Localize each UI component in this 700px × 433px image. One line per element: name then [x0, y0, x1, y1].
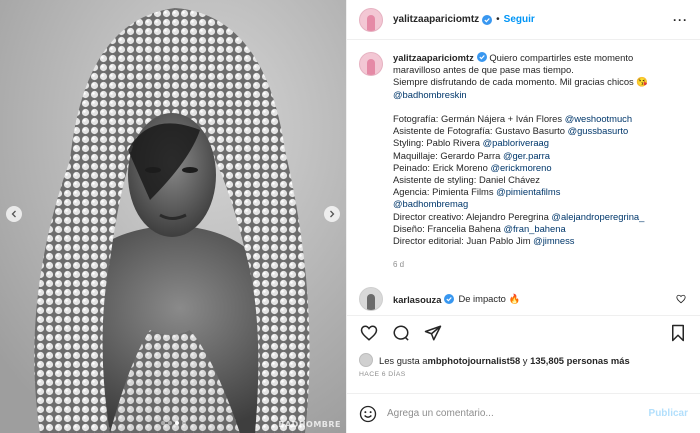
- carousel-next-button[interactable]: [324, 206, 340, 222]
- publish-button[interactable]: Publicar: [649, 408, 688, 419]
- likes-count[interactable]: 135,805 personas más: [530, 355, 630, 366]
- post-sidebar: yalitzaapariciomtz • Seguir ··· yalitzaa…: [346, 0, 700, 433]
- caption-text-segment: Styling: Pablo Rivera: [393, 137, 483, 149]
- caption-line: [393, 101, 648, 113]
- post-date[interactable]: HACE 6 DÍAS: [347, 371, 700, 393]
- caption-line: Fotografía: Germán Nájera + Iván Flores …: [393, 113, 648, 125]
- comment-text: De impacto 🔥: [458, 293, 521, 305]
- caption-line: Agencia: Pimienta Films @pimientafilms: [393, 186, 648, 198]
- caption-text-segment: maravilloso antes de que pase mas tiempo…: [393, 64, 574, 76]
- mention-link[interactable]: @badhombreskin: [393, 89, 467, 100]
- caption-line: Siempre disfrutando de cada momento. Mil…: [393, 76, 648, 88]
- caption-line: Peinado: Erick Moreno @erickmoreno: [393, 162, 648, 174]
- comment-button[interactable]: [391, 323, 411, 343]
- action-bar: [347, 315, 700, 349]
- caption-username[interactable]: yalitzaapariciomtz: [393, 52, 474, 63]
- chevron-right-icon: [330, 210, 335, 218]
- mention-link[interactable]: @weshootmuch: [565, 113, 632, 124]
- bookmark-icon: [672, 324, 684, 341]
- heart-icon: [360, 324, 378, 341]
- likes-middle: y: [520, 354, 531, 366]
- caption-text-segment: Maquillaje: Gerardo Parra: [393, 149, 503, 161]
- caption-line: Maquillaje: Gerardo Parra @ger.parra: [393, 150, 648, 162]
- caption-text-segment: Peinado: Erick Moreno: [393, 161, 491, 173]
- caption-line: Director editorial: Juan Pablo Jim @jimn…: [393, 235, 648, 247]
- carousel-prev-button[interactable]: [6, 206, 22, 222]
- mention-link[interactable]: @pabloriveraag: [483, 137, 549, 148]
- caption-body: yalitzaapariciomtz Quiero compartirles e…: [393, 52, 648, 271]
- mention-link[interactable]: @fran_bahena: [503, 223, 565, 234]
- avatar[interactable]: [359, 287, 383, 312]
- caption-text-segment: Agencia: Pimienta Films: [393, 186, 497, 198]
- caption-text-segment: Fotografía: Germán Nájera + Iván Flores: [393, 113, 565, 125]
- add-comment-bar: Publicar: [347, 393, 700, 433]
- verified-badge-icon: [482, 14, 493, 25]
- caption-line: Styling: Pablo Rivera @pabloriveraag: [393, 137, 648, 149]
- post-photo: [0, 0, 346, 433]
- save-button[interactable]: [668, 323, 688, 343]
- comment-input[interactable]: [387, 408, 649, 419]
- likes-prefix: Les gusta a: [379, 354, 428, 366]
- chevron-left-icon: [11, 210, 16, 218]
- emoji-icon[interactable]: [359, 405, 377, 423]
- mention-link[interactable]: @pimientafilms: [496, 186, 560, 197]
- comment-bubble-icon: [393, 325, 409, 341]
- comment: karlasouza De impacto 🔥: [359, 287, 686, 312]
- mention-link[interactable]: @gussbasurto: [568, 125, 629, 136]
- mention-link[interactable]: @badhombremag: [393, 198, 468, 209]
- like-comment-heart-icon[interactable]: [676, 294, 686, 304]
- carousel-dot: [160, 421, 165, 425]
- caption-timestamp[interactable]: 6 d: [393, 259, 648, 271]
- carousel-dot: [167, 421, 172, 425]
- mention-link[interactable]: @ger.parra: [503, 150, 550, 161]
- avatar[interactable]: [359, 52, 383, 76]
- photo-watermark: BADHOMBRE: [278, 420, 341, 429]
- caption-text-segment: Director editorial: Juan Pablo Jim: [393, 235, 534, 247]
- mention-link[interactable]: @erickmoreno: [490, 162, 551, 173]
- caption-line: @badhombreskin: [393, 89, 648, 101]
- paper-plane-icon: [424, 325, 442, 340]
- caption-line: Diseño: Francelia Bahena @fran_bahena: [393, 223, 648, 235]
- verified-badge-icon: [444, 294, 455, 305]
- verified-badge-icon: [476, 52, 487, 62]
- mention-link[interactable]: @alejandroperegrina_: [551, 211, 644, 222]
- caption-text-segment: Asistente de Fotografía: Gustavo Basurto: [393, 125, 568, 137]
- caption-text-segment: Siempre disfrutando de cada momento. Mil…: [393, 76, 649, 88]
- more-options-button[interactable]: ···: [673, 13, 688, 27]
- header-separator: •: [496, 14, 500, 25]
- avatar[interactable]: [359, 353, 373, 367]
- comments-area: yalitzaapariciomtz Quiero compartirles e…: [347, 40, 700, 315]
- carousel-dot: [174, 421, 179, 425]
- caption-text-segment: Asistente de styling: Daniel Chávez: [393, 174, 540, 186]
- likes-summary: Les gusta a mbphotojournalist58 y 135,80…: [347, 349, 700, 371]
- caption-text-segment: Diseño: Francelia Bahena: [393, 222, 504, 234]
- caption-line: Asistente de styling: Daniel Chávez: [393, 174, 648, 186]
- caption-line: yalitzaapariciomtz Quiero compartirles e…: [393, 52, 648, 64]
- mention-link[interactable]: @jimness: [533, 235, 574, 246]
- caption: yalitzaapariciomtz Quiero compartirles e…: [359, 52, 686, 271]
- caption-line: maravilloso antes de que pase mas tiempo…: [393, 64, 648, 76]
- likes-user[interactable]: mbphotojournalist58: [427, 355, 520, 366]
- like-button[interactable]: [359, 323, 379, 343]
- comment-username[interactable]: karlasouza: [393, 294, 441, 305]
- avatar[interactable]: [359, 7, 383, 32]
- post-header: yalitzaapariciomtz • Seguir ···: [347, 0, 700, 40]
- carousel-dot: [181, 421, 186, 425]
- follow-button[interactable]: Seguir: [504, 14, 535, 25]
- share-button[interactable]: [423, 323, 443, 343]
- caption-line: Asistente de Fotografía: Gustavo Basurto…: [393, 125, 648, 137]
- post-dialog: BADHOMBRE yalitzaapariciomtz • Seguir ··…: [0, 0, 700, 433]
- caption-text-segment: Director creativo: Alejandro Peregrina: [393, 210, 552, 222]
- caption-text: yalitzaapariciomtz Quiero compartirles e…: [393, 52, 648, 247]
- caption-line: Director creativo: Alejandro Peregrina @…: [393, 211, 648, 223]
- caption-text-segment: Quiero compartirles este momento: [489, 52, 634, 63]
- header-username[interactable]: yalitzaapariciomtz: [393, 14, 479, 25]
- post-media: BADHOMBRE: [0, 0, 346, 433]
- caption-line: @badhombremag: [393, 198, 648, 210]
